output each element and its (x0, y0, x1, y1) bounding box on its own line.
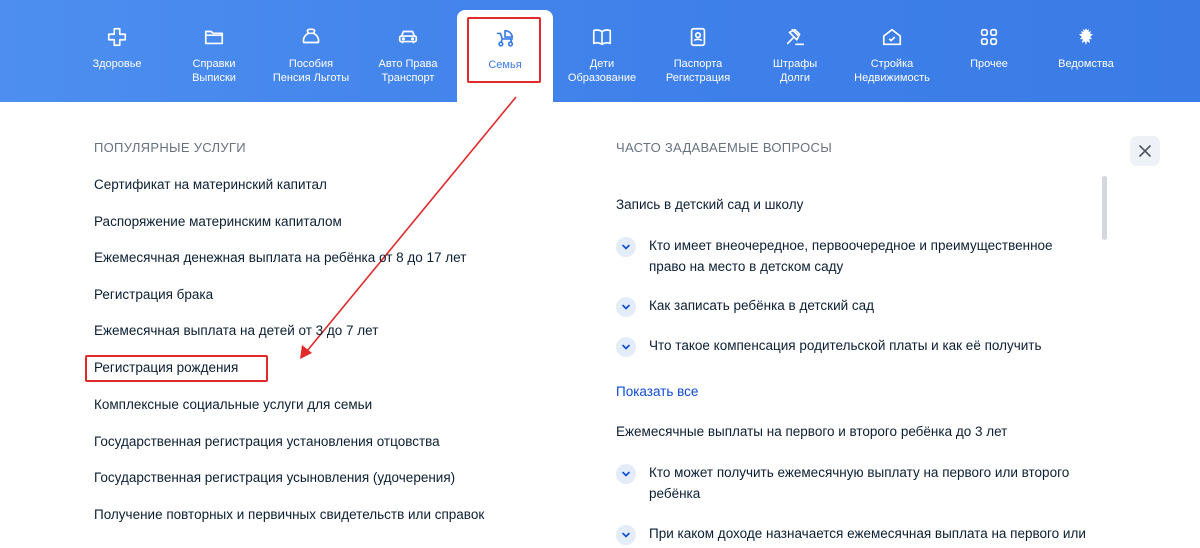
nav-item-health[interactable]: Здоровье (70, 0, 164, 102)
popular-services-title: ПОПУЛЯРНЫЕ УСЛУГИ (94, 140, 246, 155)
chevron-down-icon (616, 237, 636, 257)
faq-question-text: При каком доходе назначается ежемесячная… (649, 526, 1086, 541)
nav-label: Прочее (970, 58, 1008, 70)
nav-label: Авто Права Транспорт (378, 58, 438, 84)
wallet-icon (299, 25, 323, 49)
passport-icon (686, 25, 710, 49)
grid-icon (977, 25, 1001, 49)
category-nav: Здоровье Справки Выписки Пособия Пенсия … (0, 0, 1200, 102)
book-icon (590, 25, 614, 49)
faq-question[interactable]: Что такое компенсация родительской платы… (616, 337, 1096, 357)
chevron-down-icon (616, 337, 636, 357)
nav-label: Здоровье (92, 58, 142, 70)
faq-question[interactable]: При каком доходе назначается ежемесячная… (616, 525, 1096, 545)
nav-item-agencies[interactable]: Ведомства (1039, 0, 1133, 102)
service-link[interactable]: Государственная регистрация усыновления … (94, 470, 455, 485)
nav-label: Штрафы Долги (772, 58, 818, 84)
nav-item-certificates[interactable]: Справки Выписки (167, 0, 261, 102)
chevron-down-icon (616, 297, 636, 317)
service-link[interactable]: Регистрация брака (94, 287, 213, 302)
service-link[interactable]: Получение повторных и первичных свидетел… (94, 507, 484, 522)
nav-label: Дети Образование (567, 58, 637, 84)
nav-label: Паспорта Регистрация (665, 58, 731, 84)
faq-question-text: Кто может получить ежемесячную выплату н… (649, 465, 1070, 501)
faq-question-text: Как записать ребёнка в детский сад (649, 298, 875, 313)
nav-item-passport[interactable]: Паспорта Регистрация (651, 0, 745, 102)
folder-icon (202, 25, 226, 49)
service-link[interactable]: Государственная регистрация установления… (94, 434, 440, 449)
nav-item-other[interactable]: Прочее (942, 0, 1036, 102)
faq-question[interactable]: Как записать ребёнка в детский сад (616, 297, 1096, 317)
close-button[interactable] (1130, 136, 1160, 166)
nav-item-benefits[interactable]: Пособия Пенсия Льготы (264, 0, 358, 102)
emblem-icon (1074, 25, 1098, 49)
faq-question[interactable]: Кто имеет внеочередное, первоочередное и… (616, 237, 1096, 277)
nav-item-children[interactable]: Дети Образование (555, 0, 649, 102)
highlight-box-service (85, 355, 268, 382)
nav-label: Справки Выписки (192, 58, 236, 84)
service-link[interactable]: Ежемесячная денежная выплата на ребёнка … (94, 250, 466, 265)
faq-question[interactable]: Кто может получить ежемесячную выплату н… (616, 464, 1096, 504)
faq-question-text: Что такое компенсация родительской платы… (649, 338, 1042, 353)
scrollbar-thumb[interactable] (1102, 176, 1107, 240)
house-icon (880, 25, 904, 49)
nav-item-fines[interactable]: Штрафы Долги (748, 0, 842, 102)
highlight-box-nav (467, 17, 541, 83)
faq-group-title: Запись в детский сад и школу (616, 197, 804, 212)
faq-question-text: Кто имеет внеочередное, первоочередное и… (649, 238, 1053, 274)
nav-label: Ведомства (1058, 58, 1114, 70)
nav-label: Стройка Недвижимость (854, 58, 930, 84)
faq-group-title: Ежемесячные выплаты на первого и второго… (616, 424, 1008, 439)
chevron-down-icon (616, 464, 636, 484)
service-link[interactable]: Ежемесячная выплата на детей от 3 до 7 л… (94, 323, 378, 338)
nav-item-realty[interactable]: Стройка Недвижимость (845, 0, 939, 102)
chevron-down-icon (616, 525, 636, 545)
car-icon (396, 25, 420, 49)
show-all-link[interactable]: Показать все (616, 384, 698, 399)
nav-label: Пособия Пенсия Льготы (272, 58, 350, 84)
faq-title: ЧАСТО ЗАДАВАЕМЫЕ ВОПРОСЫ (616, 140, 833, 155)
nav-item-auto[interactable]: Авто Права Транспорт (361, 0, 455, 102)
service-link[interactable]: Комплексные социальные услуги для семьи (94, 397, 372, 412)
service-link[interactable]: Распоряжение материнским капиталом (94, 214, 342, 229)
plus-icon (105, 25, 129, 49)
gavel-icon (783, 25, 807, 49)
close-icon (1139, 145, 1151, 157)
service-link[interactable]: Сертификат на материнский капитал (94, 177, 327, 192)
